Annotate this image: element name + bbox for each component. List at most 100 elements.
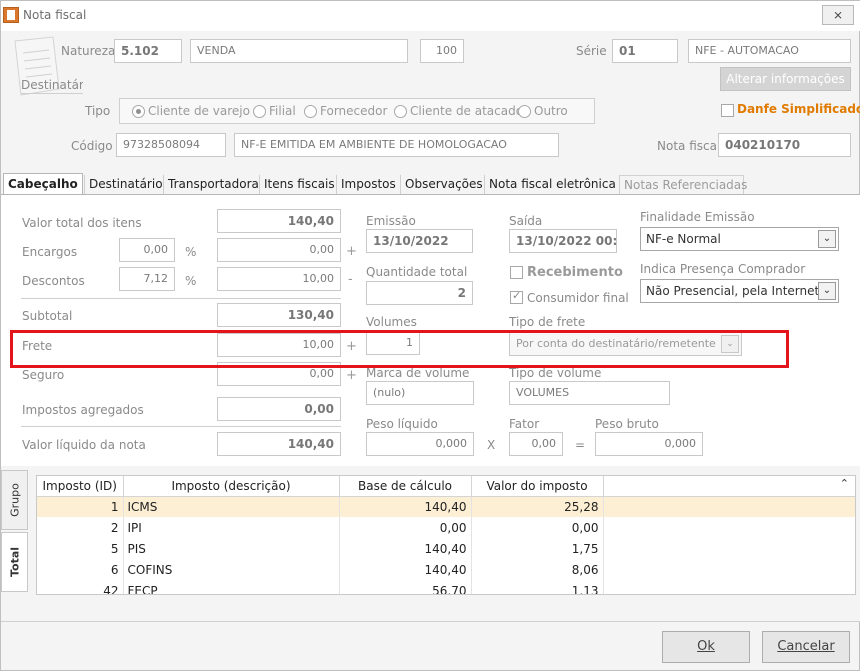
radio-outro[interactable]: Outro (518, 104, 568, 118)
danfe-simplificado-label: Danfe Simplificado (737, 102, 860, 116)
descontos-value-field[interactable]: 10,00 (217, 267, 341, 291)
danfe-simplificado-checkbox[interactable] (721, 104, 734, 117)
close-button[interactable]: ⨯ (822, 5, 854, 25)
descontos-minus-symbol: - (348, 272, 353, 287)
saida-field[interactable]: 13/10/2022 00:0 (509, 229, 617, 253)
window-title: Nota fiscal (23, 8, 87, 22)
recebimento-checkbox[interactable] (510, 266, 523, 279)
subtotal-label: Subtotal (22, 309, 73, 323)
impostos-agregados-label: Impostos agregados (22, 403, 144, 417)
col-imposto-id[interactable]: Imposto (ID) (37, 476, 124, 497)
radio-cliente-varejo[interactable]: Cliente de varejo (132, 104, 250, 118)
valor-liquido-divider (21, 426, 341, 427)
saida-label: Saída (509, 214, 543, 228)
fator-field[interactable]: 0,00 (509, 432, 563, 456)
tab-cabecalho[interactable]: Cabeçalho (3, 173, 83, 195)
table-row[interactable]: 42 FECP 56,70 1,13 (37, 580, 855, 594)
consumidor-final-checkbox[interactable] (510, 289, 523, 304)
encargos-pct-field[interactable]: 0,00 (119, 238, 175, 262)
tipo-frete-label: Tipo de frete (509, 315, 586, 329)
tab-transportadora[interactable]: Transportadora (163, 175, 263, 195)
radio-filial[interactable]: Filial (253, 104, 296, 118)
codigo-field[interactable]: 97328508094 (116, 133, 226, 157)
marca-volume-label: Marca de volume (366, 366, 470, 380)
radio-fornecedor[interactable]: Fornecedor (304, 104, 387, 118)
volumes-label: Volumes (366, 315, 417, 329)
peso-bruto-label: Peso bruto (595, 417, 659, 431)
descontos-pct-field[interactable]: 7,12 (119, 267, 175, 291)
side-tab-grupo[interactable]: Grupo (1, 470, 28, 530)
frete-highlight-box (10, 330, 789, 368)
natureza-desc-field[interactable]: VENDA (190, 39, 408, 63)
serie-desc-field[interactable]: NFE - AUTOMACAO (688, 39, 851, 63)
tab-nota-fiscal-eletronica[interactable]: Nota fiscal eletrônica (484, 175, 620, 195)
peso-liquido-field[interactable]: 0,000 (366, 432, 474, 456)
radio-dot-icon (253, 104, 266, 118)
valor-total-itens-field[interactable]: 140,40 (217, 209, 341, 233)
finalidade-value: NF-e Normal (646, 232, 721, 246)
codigo-desc-field[interactable]: NF-E EMITIDA EM AMBIENTE DE HOMOLOGACAO (234, 133, 559, 157)
finalidade-select[interactable]: NF-e Normal ⌄ (640, 227, 839, 251)
app-icon (3, 7, 19, 23)
serie-label: Série (576, 44, 607, 58)
serie-field[interactable]: 01 (612, 39, 678, 63)
title-bar: Nota fiscal ⨯ (1, 1, 860, 31)
col-imposto-descricao[interactable]: Imposto (descrição) (123, 476, 340, 497)
table-row[interactable]: 2 IPI 0,00 0,00 (37, 517, 855, 538)
table-row[interactable]: 5 PIS 140,40 1,75 (37, 538, 855, 559)
tipo-radio-group: Cliente de varejo Filial Fornecedor Clie… (119, 98, 595, 124)
destinatario-label: Destinatário (21, 78, 83, 94)
scroll-up-icon[interactable]: ⌃ (840, 477, 849, 490)
seguro-label: Seguro (22, 368, 65, 382)
seguro-plus-symbol: + (346, 368, 357, 383)
impostos-agregados-field[interactable]: 0,00 (217, 397, 341, 421)
encargos-pct-symbol: % (185, 245, 197, 259)
tab-notas-referenciadas[interactable]: Notas Referenciadas (619, 175, 747, 195)
col-base-calculo[interactable]: Base de cálculo (339, 476, 472, 497)
table-row[interactable]: 6 COFINS 140,40 8,06 (37, 559, 855, 580)
descontos-pct-symbol: % (185, 274, 197, 288)
consumidor-final-label: Consumidor final (527, 291, 629, 305)
encargos-value-field[interactable]: 0,00 (217, 238, 341, 262)
tab-impostos[interactable]: Impostos (336, 175, 400, 195)
radio-cliente-atacado[interactable]: Cliente de atacado (394, 104, 523, 118)
marca-volume-field[interactable]: (nulo) (366, 381, 474, 405)
encargos-plus-symbol: + (346, 244, 357, 259)
nota-fiscal-field[interactable]: 040210170 (718, 133, 851, 157)
emissao-label: Emissão (366, 214, 416, 228)
impostos-table: Imposto (ID) Imposto (descrição) Base de… (36, 475, 856, 595)
finalidade-label: Finalidade Emissão (640, 210, 755, 224)
tipo-volume-label: Tipo de volume (509, 366, 602, 380)
presenca-select[interactable]: Não Presencial, pela Internet ⌄ (640, 279, 839, 303)
peso-bruto-field[interactable]: 0,000 (595, 432, 703, 456)
natureza-num-field[interactable]: 100 (420, 39, 464, 63)
valor-liquido-field[interactable]: 140,40 (217, 432, 341, 456)
radio-dot-icon (518, 104, 531, 118)
col-valor-imposto[interactable]: Valor do imposto (471, 476, 604, 497)
natureza-code-field[interactable]: 5.102 (114, 39, 182, 63)
tab-observacoes[interactable]: Observações (400, 175, 487, 195)
quantidade-total-field[interactable]: 2 (366, 281, 473, 305)
tipo-label: Tipo (85, 104, 111, 118)
tab-destinatario[interactable]: Destinatário (84, 175, 167, 195)
tab-itens-fiscais[interactable]: Itens fiscais (259, 175, 339, 195)
tab-bar: Cabeçalho Destinatário Transportadora It… (1, 173, 860, 195)
table-row[interactable]: 1 ICMS 140,40 25,28 (37, 496, 855, 517)
alterar-informacoes-button[interactable]: Alterar informações (720, 67, 851, 91)
emissao-field[interactable]: 13/10/2022 (366, 229, 473, 253)
tipo-volume-field[interactable]: VOLUMES (509, 381, 670, 405)
subtotal-field[interactable]: 130,40 (217, 303, 341, 327)
recebimento-label: Recebimento (527, 265, 623, 280)
eq-symbol: = (575, 438, 586, 452)
footer-divider (1, 621, 860, 622)
cancel-button[interactable]: Cancelar (762, 631, 850, 663)
x-symbol: X (487, 438, 496, 452)
side-tab-total[interactable]: Total (1, 532, 28, 592)
chevron-down-icon: ⌄ (818, 230, 836, 248)
peso-liquido-label: Peso líquido (366, 417, 438, 431)
subtotal-divider (21, 298, 341, 299)
ok-button[interactable]: Ok (662, 631, 750, 663)
radio-dot-icon (132, 104, 145, 118)
presenca-label: Indica Presença Comprador (640, 262, 806, 276)
valor-total-itens-label: Valor total dos itens (22, 216, 142, 230)
